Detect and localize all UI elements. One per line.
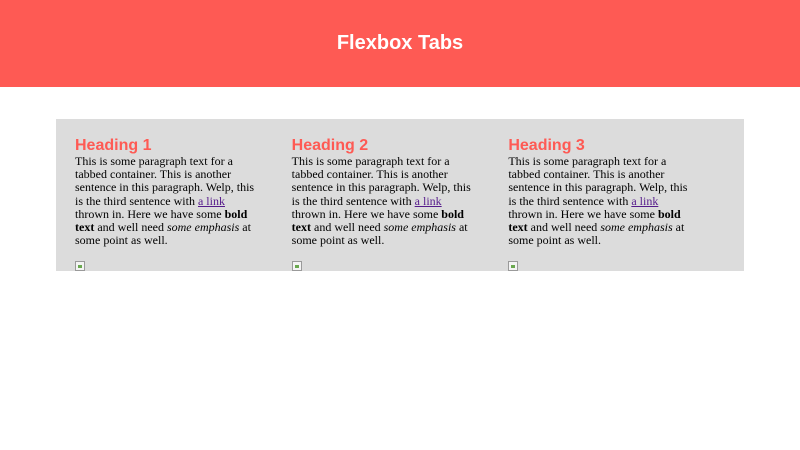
paragraph-text: This is some paragraph text for a tabbed… xyxy=(291,154,471,208)
paragraph-text: thrown in. Here we have some xyxy=(75,206,225,221)
paragraph-text: This is some paragraph text for a tabbed… xyxy=(508,154,688,208)
tab-heading: Heading 2 xyxy=(291,137,369,154)
tab-heading: Heading 1 xyxy=(75,137,152,154)
emphasis-text: some emphasis xyxy=(166,220,240,235)
paragraph-text: This is some paragraph text for a tabbed… xyxy=(75,154,255,208)
tab-panel-2: Heading 2 This is some paragraph text fo… xyxy=(291,136,509,272)
tab-paragraph: This is some paragraph text for a tabbed… xyxy=(75,154,262,247)
broken-image-icon xyxy=(291,261,302,272)
emphasis-text: some emphasis xyxy=(383,220,456,235)
paragraph-text: thrown in. Here we have some xyxy=(508,206,658,221)
paragraph-link[interactable]: a link xyxy=(415,194,442,208)
paragraph-text: and well need xyxy=(94,220,167,235)
tab-paragraph: This is some paragraph text for a tabbed… xyxy=(508,154,695,247)
tabs-container: Heading 1 This is some paragraph text fo… xyxy=(56,119,744,272)
broken-image-icon xyxy=(75,261,85,272)
paragraph-link[interactable]: a link xyxy=(631,194,658,208)
paragraph-text: and well need xyxy=(527,220,601,235)
paragraph-link[interactable]: a link xyxy=(198,194,225,208)
paragraph-text: and well need xyxy=(311,220,384,235)
broken-image-icon xyxy=(508,261,519,272)
emphasis-text: some emphasis xyxy=(600,220,673,235)
tab-paragraph: This is some paragraph text for a tabbed… xyxy=(291,154,479,247)
paragraph-text: thrown in. Here we have some xyxy=(291,206,442,221)
page-title: Flexbox Tabs xyxy=(336,32,464,54)
page-header: Flexbox Tabs xyxy=(0,0,800,87)
tab-panel-1: Heading 1 This is some paragraph text fo… xyxy=(75,136,292,272)
tab-heading: Heading 3 xyxy=(508,137,585,154)
tab-panel-3: Heading 3 This is some paragraph text fo… xyxy=(508,136,725,272)
